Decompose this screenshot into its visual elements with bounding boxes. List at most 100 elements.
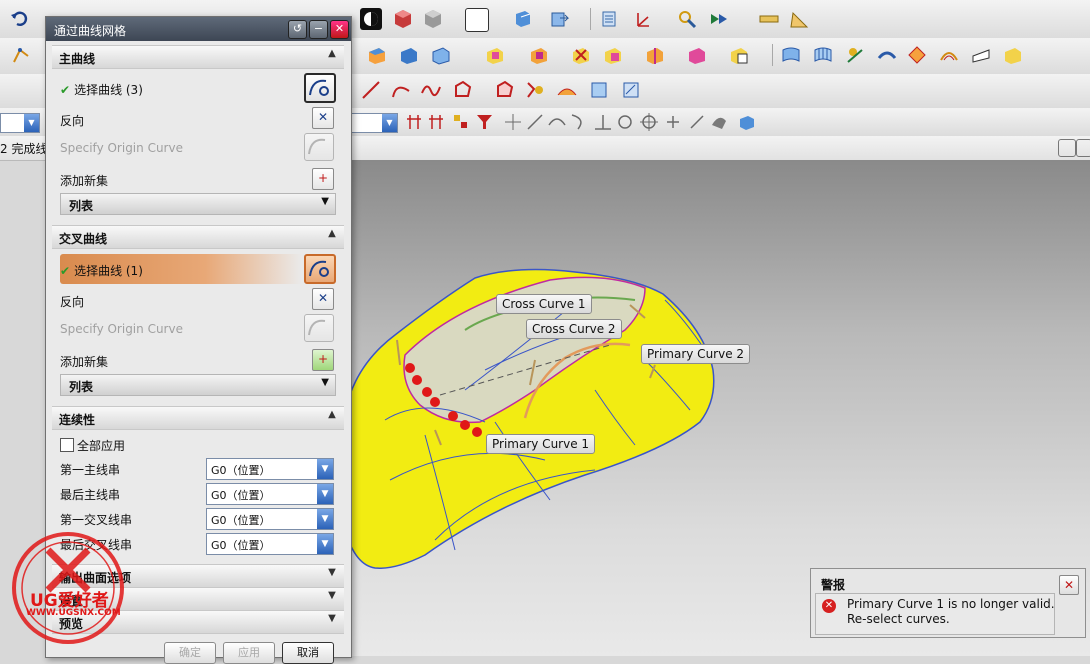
group-icon[interactable]	[450, 111, 472, 133]
extension-icon[interactable]	[970, 44, 992, 66]
cross-select-curve[interactable]: ✔ 选择曲线 (1)	[60, 262, 143, 279]
studio-cube-icon[interactable]	[422, 8, 444, 30]
chevron-down-icon: ▼	[321, 196, 329, 207]
first-cross-select[interactable]: G0（位置） ▼	[206, 508, 334, 530]
apply-all-label: 全部应用	[77, 439, 126, 453]
select-curve-label: 选择曲线 (3)	[74, 83, 143, 97]
last-primary-label: 最后主线串	[60, 488, 121, 502]
curve-select-icon[interactable]	[304, 254, 336, 284]
apply-all-checkbox[interactable]: 全部应用	[60, 437, 125, 454]
section-primary-curves[interactable]: 主曲线 ▲	[52, 45, 344, 69]
view-arrow-icon[interactable]	[548, 8, 570, 30]
reset-icon[interactable]: ↺	[288, 20, 307, 39]
offset-face-icon[interactable]	[686, 44, 708, 66]
select-value: G0（位置）	[211, 489, 271, 502]
section-cross-curves[interactable]: 交叉曲线 ▲	[52, 225, 344, 249]
reverse-direction-icon[interactable]: ✕	[312, 107, 334, 129]
snap-curve-icon[interactable]	[568, 111, 590, 133]
select-value: G0（位置）	[211, 539, 271, 552]
polygon-icon[interactable]	[452, 79, 474, 101]
chevron-down-icon: ▼	[317, 459, 333, 479]
line-icon[interactable]	[360, 79, 382, 101]
snap-tangent-icon[interactable]	[546, 111, 568, 133]
point-snap-icon[interactable]	[502, 111, 524, 133]
snap-midpoint-icon[interactable]	[426, 111, 448, 133]
curve-mesh-icon[interactable]	[844, 44, 866, 66]
last-cross-select[interactable]: G0（位置） ▼	[206, 533, 334, 555]
motion-icon[interactable]	[708, 8, 730, 30]
swept-icon[interactable]	[876, 44, 898, 66]
origin-curve-icon[interactable]	[304, 133, 334, 161]
add-set-icon[interactable]: +	[312, 349, 334, 371]
selection-scope-combo[interactable]: ▼	[350, 113, 398, 133]
apply-button[interactable]: 应用	[223, 642, 275, 664]
maximize-icon[interactable]	[1076, 139, 1090, 157]
curve-select-icon[interactable]	[304, 73, 336, 103]
snap-center-icon[interactable]	[638, 111, 660, 133]
sphere-cube-icon[interactable]	[430, 44, 452, 66]
intersect-curve-icon[interactable]	[556, 79, 578, 101]
wrap-icon[interactable]	[620, 79, 642, 101]
unite-icon[interactable]	[484, 44, 506, 66]
extrude-box-icon[interactable]	[366, 44, 388, 66]
shaded-cube-icon[interactable]	[392, 8, 414, 30]
primary-select-curve[interactable]: ✔ 选择曲线 (3)	[60, 81, 143, 98]
last-primary-select[interactable]: G0（位置） ▼	[206, 483, 334, 505]
list-label: 列表	[69, 199, 94, 213]
section-continuity[interactable]: 连续性 ▲	[52, 406, 344, 430]
primary-list[interactable]: 列表 ▼	[60, 193, 336, 215]
split-body-icon[interactable]	[644, 44, 666, 66]
subtract-icon[interactable]	[528, 44, 550, 66]
snap-body-icon[interactable]	[736, 111, 758, 133]
snap-face-icon[interactable]	[708, 111, 730, 133]
snap-circle-icon[interactable]	[614, 111, 636, 133]
add-set-icon[interactable]: +	[312, 168, 334, 190]
offset-curve-icon[interactable]	[494, 79, 516, 101]
ruler-icon[interactable]	[758, 8, 780, 30]
snap-plus-icon[interactable]	[662, 111, 684, 133]
label-cross-curve-1: Cross Curve 1	[496, 294, 592, 314]
dialog-title: 通过曲线网格	[54, 24, 127, 38]
undo-icon[interactable]	[8, 8, 30, 30]
collapse-icon[interactable]: −	[309, 20, 328, 39]
close-icon[interactable]: ✕	[330, 20, 349, 39]
extract-icon[interactable]	[588, 79, 610, 101]
close-icon[interactable]: ✕	[1059, 575, 1079, 595]
origin-curve-icon[interactable]	[304, 314, 334, 342]
analysis-icon[interactable]	[676, 8, 698, 30]
filter-icon[interactable]	[474, 111, 496, 133]
wcs-icon[interactable]	[630, 8, 652, 30]
bridge-icon[interactable]	[938, 44, 960, 66]
snap-perpendicular-icon[interactable]	[592, 111, 614, 133]
cancel-button[interactable]: 取消	[282, 642, 334, 664]
trim-body-icon[interactable]	[602, 44, 624, 66]
surface-grid-icon[interactable]	[780, 44, 802, 66]
first-primary-select[interactable]: G0（位置） ▼	[206, 458, 334, 480]
n-sided-icon[interactable]	[906, 44, 928, 66]
restore-icon[interactable]	[1058, 139, 1076, 157]
render-style-icon[interactable]	[360, 8, 382, 30]
block-icon[interactable]	[398, 44, 420, 66]
sketch-icon[interactable]	[10, 44, 32, 66]
view-cube-icon[interactable]	[512, 8, 534, 30]
reverse-direction-icon[interactable]: ✕	[312, 288, 334, 310]
thicken-icon[interactable]	[1002, 44, 1024, 66]
chevron-up-icon: ▲	[328, 409, 336, 420]
draft-angle-icon[interactable]	[788, 8, 810, 30]
spline-icon[interactable]	[420, 79, 442, 101]
background-square-icon[interactable]	[465, 8, 489, 32]
layer-icon[interactable]	[598, 8, 620, 30]
snap-endpoint-icon[interactable]	[404, 111, 426, 133]
chevron-down-icon: ▼	[328, 613, 336, 624]
project-curve-icon[interactable]	[524, 79, 546, 101]
snap-line-icon[interactable]	[524, 111, 546, 133]
select-curve-label: 选择曲线 (1)	[74, 264, 143, 278]
arc-icon[interactable]	[390, 79, 412, 101]
ok-button[interactable]: 确定	[164, 642, 216, 664]
snap-diag-icon[interactable]	[686, 111, 708, 133]
scale-body-icon[interactable]	[728, 44, 750, 66]
ruled-surface-icon[interactable]	[812, 44, 834, 66]
intersect-icon[interactable]	[570, 44, 592, 66]
selection-filter-combo[interactable]: ▼	[0, 113, 40, 133]
cross-list[interactable]: 列表 ▼	[60, 374, 336, 396]
